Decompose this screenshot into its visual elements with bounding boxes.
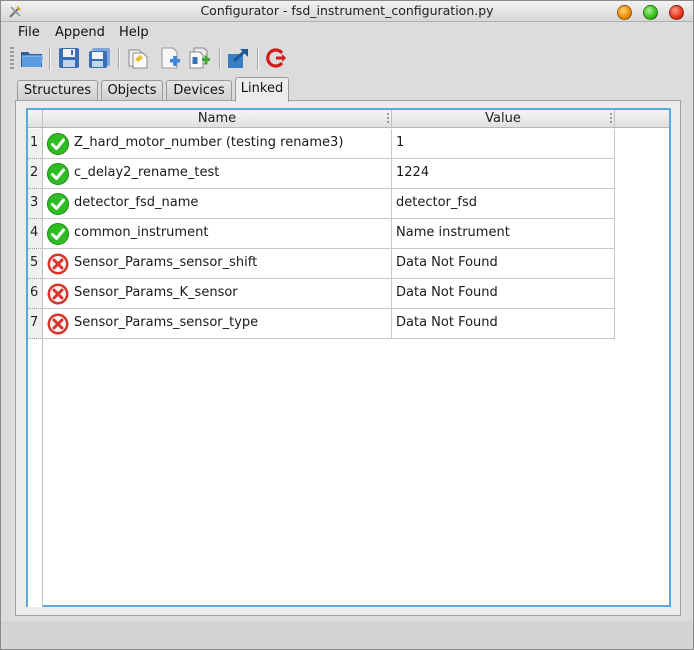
value-cell[interactable]: 1	[392, 129, 615, 159]
duplicate-icon	[189, 47, 210, 69]
tab-bar: Structures Objects Devices Linked	[1, 77, 693, 102]
error-icon	[47, 313, 69, 335]
title-bar[interactable]: Configurator - fsd_instrument_configurat…	[1, 1, 693, 22]
export-button[interactable]	[226, 45, 252, 71]
add-document-icon	[161, 47, 180, 69]
close-button[interactable]	[669, 5, 684, 20]
check-icon	[47, 193, 69, 215]
row-number[interactable]: 6	[28, 279, 43, 309]
check-icon	[47, 133, 69, 155]
tab-objects[interactable]: Objects	[101, 80, 163, 101]
menu-file[interactable]: File	[18, 25, 40, 40]
column-resize-handle[interactable]	[387, 113, 389, 124]
column-header-name-label: Name	[197, 111, 237, 126]
row-number[interactable]: 7	[28, 309, 43, 339]
add-document-button[interactable]	[158, 45, 184, 71]
tab-structures[interactable]: Structures	[17, 80, 98, 101]
value-text: Data Not Found	[396, 285, 498, 300]
menu-help[interactable]: Help	[119, 25, 149, 40]
table-row[interactable]: 1 Z_hard_motor_number (testing rename3) 1	[28, 129, 615, 159]
maximize-button[interactable]	[643, 5, 658, 20]
value-cell[interactable]: detector_fsd	[392, 189, 615, 219]
copy-icon	[128, 49, 148, 69]
table-row[interactable]: 7 Sensor_Params_sensor_type Data Not Found	[28, 309, 615, 339]
save-icon	[59, 48, 79, 68]
table-corner[interactable]	[28, 110, 43, 128]
name-text: Z_hard_motor_number (testing rename3)	[74, 135, 344, 150]
refresh-icon	[266, 48, 286, 68]
value-cell[interactable]: Data Not Found	[392, 309, 615, 339]
column-header-name[interactable]: Name	[43, 110, 392, 128]
check-icon	[47, 163, 69, 185]
error-icon	[47, 253, 69, 275]
row-number[interactable]: 4	[28, 219, 43, 249]
name-cell[interactable]: detector_fsd_name	[43, 189, 392, 219]
name-cell[interactable]: Sensor_Params_sensor_shift	[43, 249, 392, 279]
save-button[interactable]	[56, 45, 82, 71]
value-text: Name instrument	[396, 225, 510, 240]
table-row[interactable]: 6 Sensor_Params_K_sensor Data Not Found	[28, 279, 615, 309]
header-filler	[615, 110, 669, 128]
column-resize-handle[interactable]	[610, 113, 612, 124]
row-number[interactable]: 3	[28, 189, 43, 219]
value-cell[interactable]: 1224	[392, 159, 615, 189]
value-text: detector_fsd	[396, 195, 477, 210]
export-icon	[228, 48, 248, 68]
row-number[interactable]: 2	[28, 159, 43, 189]
toolbar-grip[interactable]	[10, 47, 14, 71]
menu-append[interactable]: Append	[55, 25, 105, 40]
refresh-button[interactable]	[263, 45, 289, 71]
minimize-button[interactable]	[617, 5, 632, 20]
name-text: Sensor_Params_sensor_type	[74, 315, 259, 330]
table-row[interactable]: 5 Sensor_Params_sensor_shift Data Not Foun…	[28, 249, 615, 279]
window-title: Configurator - fsd_instrument_configurat…	[200, 3, 494, 18]
value-text: Data Not Found	[396, 255, 498, 270]
linked-table[interactable]: Name Value 1 Z_hard_motor_number (testing…	[26, 108, 671, 607]
value-text: Data Not Found	[396, 315, 498, 330]
name-cell[interactable]: common_instrument	[43, 219, 392, 249]
error-icon	[47, 283, 69, 305]
linked-panel: Name Value 1 Z_hard_motor_number (testing…	[15, 100, 681, 616]
column-header-value-label: Value	[485, 111, 521, 126]
open-button[interactable]	[19, 45, 45, 71]
tab-devices[interactable]: Devices	[166, 80, 232, 101]
name-text: common_instrument	[74, 225, 209, 240]
check-icon	[47, 223, 69, 245]
table-row[interactable]: 3 detector_fsd_name detector_fsd	[28, 189, 615, 219]
value-cell[interactable]: Data Not Found	[392, 249, 615, 279]
value-cell[interactable]: Name instrument	[392, 219, 615, 249]
toolbar	[1, 43, 693, 75]
value-text: 1224	[396, 165, 430, 180]
tab-linked[interactable]: Linked	[235, 77, 289, 102]
copy-button[interactable]	[125, 45, 151, 71]
configurator-window: Configurator - fsd_instrument_configurat…	[0, 0, 694, 650]
duplicate-button[interactable]	[187, 45, 213, 71]
name-cell[interactable]: Sensor_Params_K_sensor	[43, 279, 392, 309]
open-folder-icon	[21, 52, 43, 67]
value-text: 1	[396, 135, 405, 150]
name-cell[interactable]: Z_hard_motor_number (testing rename3)	[43, 129, 392, 159]
menu-bar: File Append Help	[1, 22, 693, 43]
name-cell[interactable]: c_delay2_rename_test	[43, 159, 392, 189]
table-row[interactable]: 2 c_delay2_rename_test 1224	[28, 159, 615, 189]
value-cell[interactable]: Data Not Found	[392, 279, 615, 309]
name-text: Sensor_Params_sensor_shift	[74, 255, 258, 270]
row-number[interactable]: 5	[28, 249, 43, 279]
name-cell[interactable]: Sensor_Params_sensor_type	[43, 309, 392, 339]
name-text: c_delay2_rename_test	[74, 165, 220, 180]
save-as-icon	[89, 48, 110, 68]
name-text: Sensor_Params_K_sensor	[74, 285, 238, 300]
name-text: detector_fsd_name	[74, 195, 199, 210]
column-header-value[interactable]: Value	[392, 110, 615, 128]
table-row[interactable]: 4 common_instrument Name instrument	[28, 219, 615, 249]
save-as-button[interactable]	[87, 45, 113, 71]
row-number[interactable]: 1	[28, 129, 43, 159]
status-bar	[1, 621, 693, 649]
